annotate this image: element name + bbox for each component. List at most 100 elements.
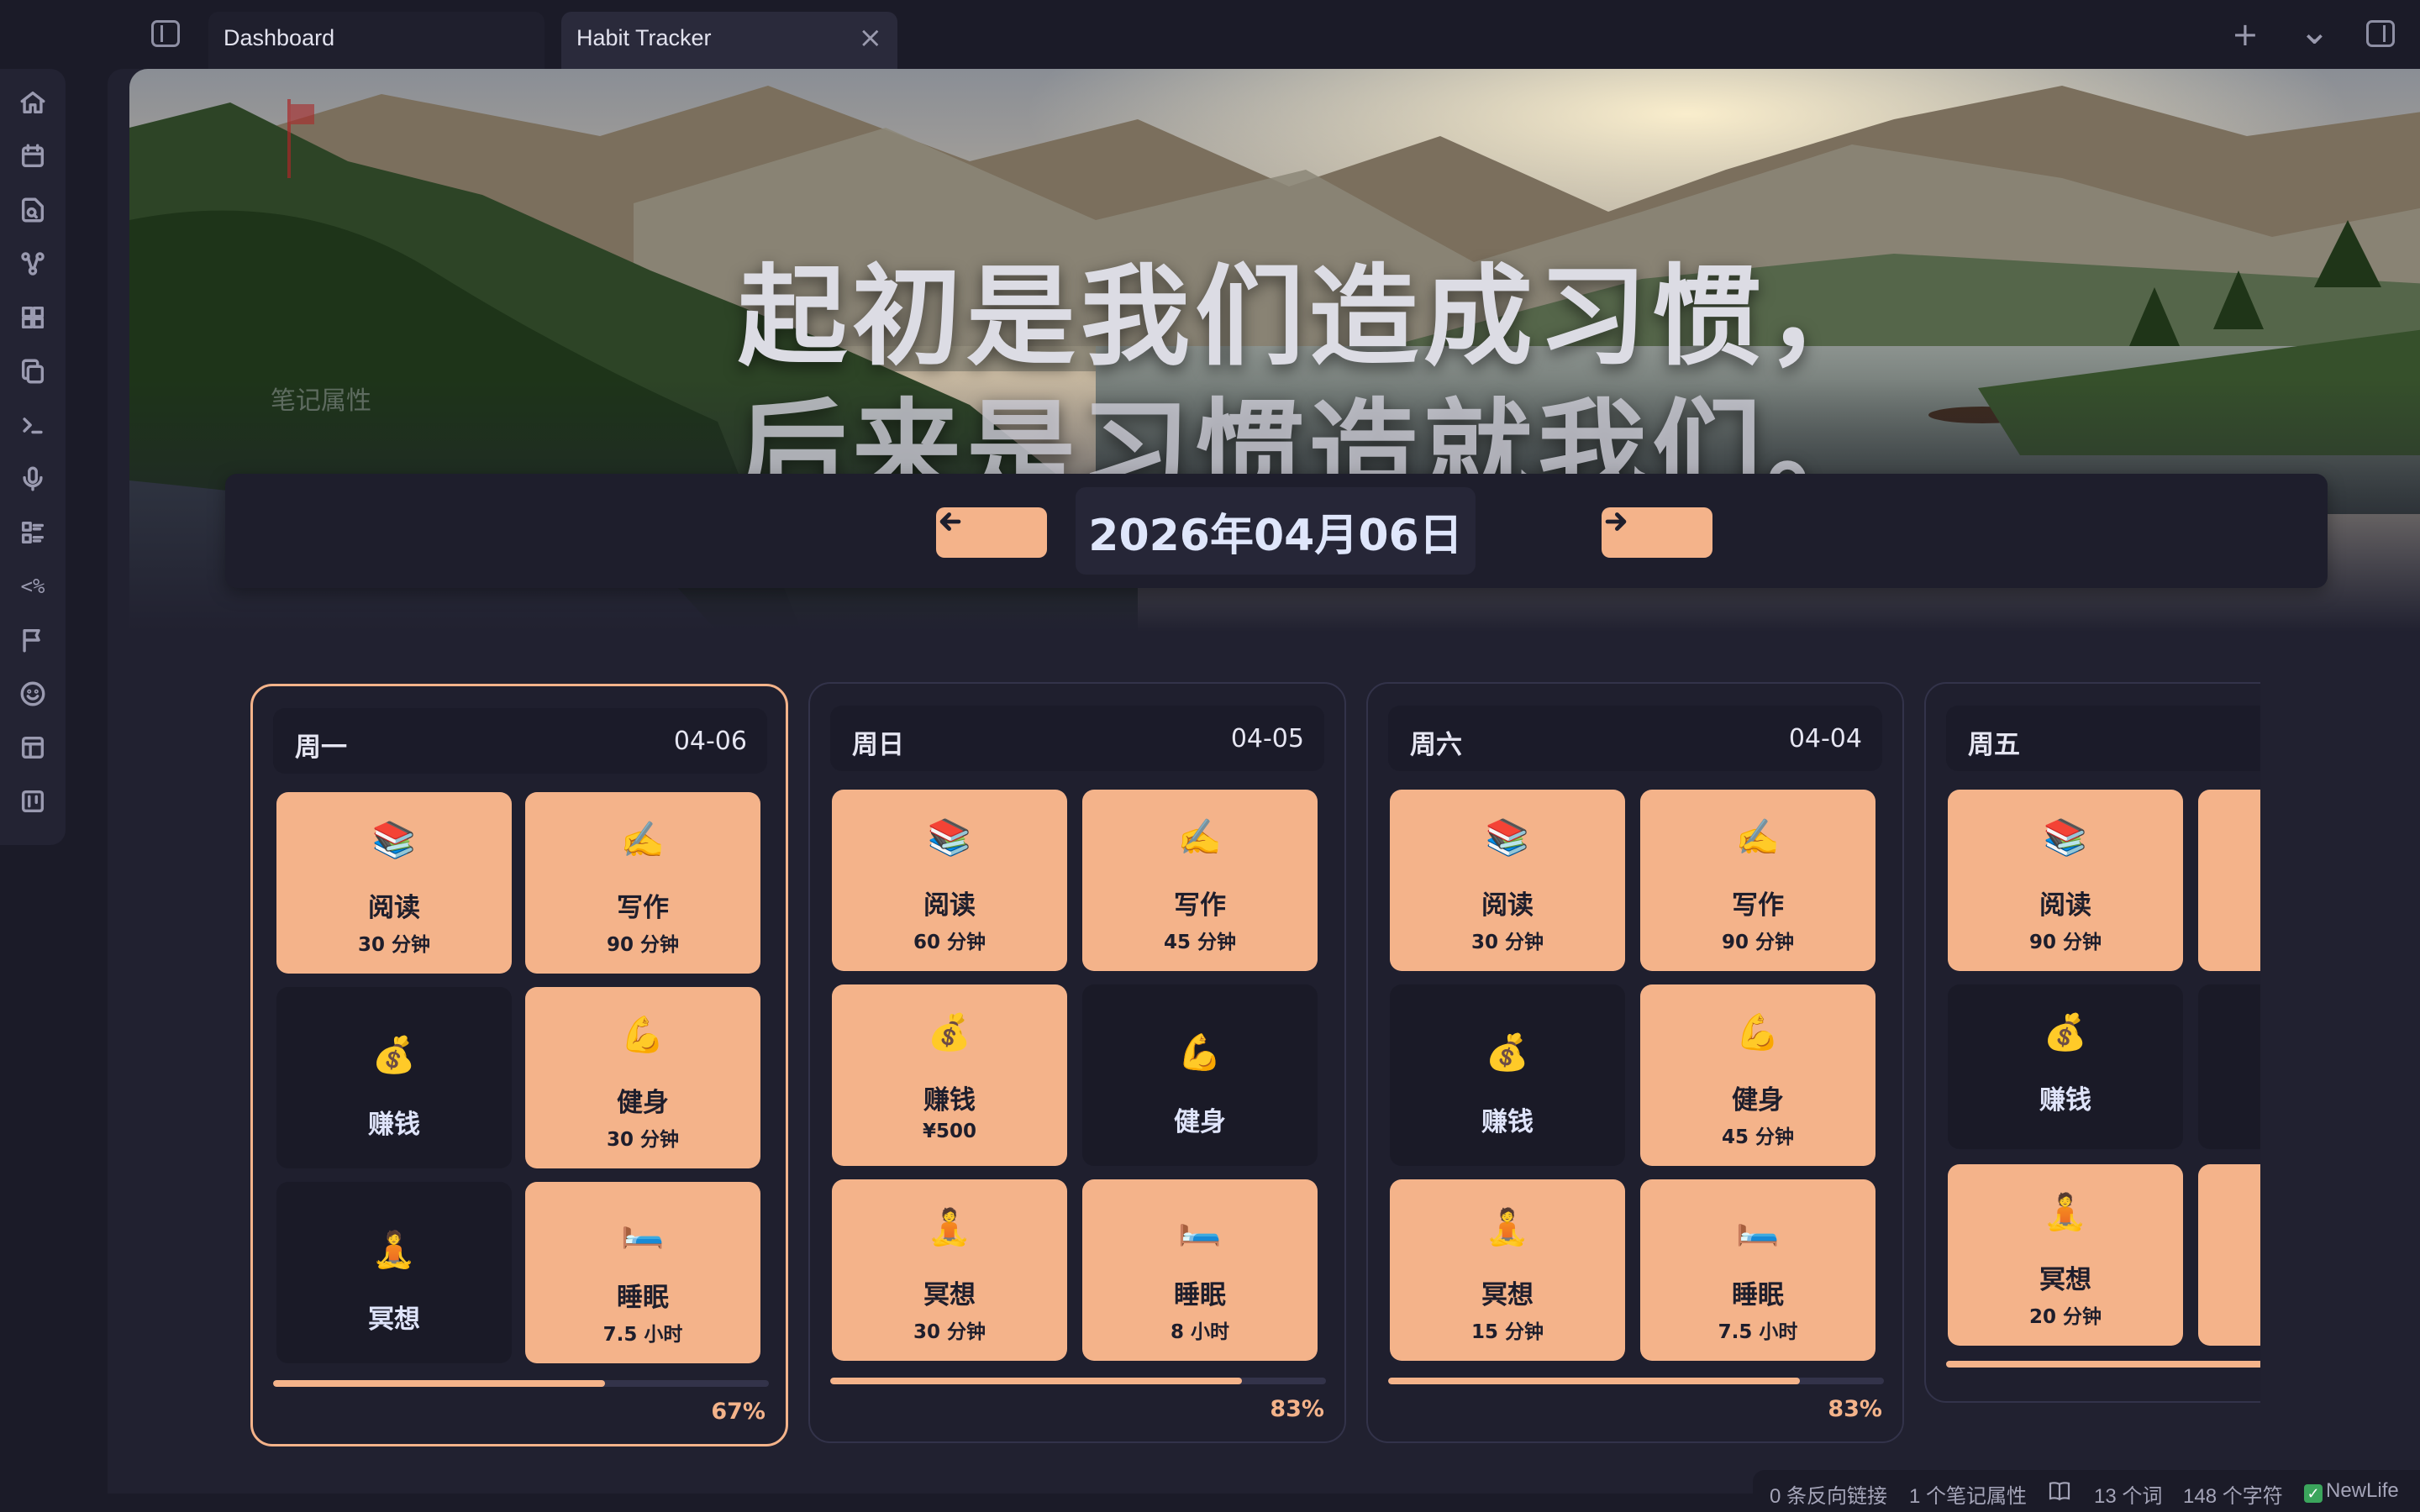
habit-writing[interactable]: ✍️ 写作 90 分钟 [525,792,760,974]
list-icon[interactable] [16,516,50,549]
calendar-icon[interactable] [16,139,50,173]
habit-reading[interactable]: 📚 阅读 60 分钟 [832,790,1067,971]
habit-earning[interactable]: 💰 赚钱 [1390,984,1625,1166]
tab-label: Dashboard [224,25,335,50]
previous-day-button[interactable] [936,507,1047,558]
sidebar-toggle-icon[interactable] [151,20,180,47]
day-name: 周六 [1410,730,1462,760]
next-day-button[interactable] [1602,507,1712,558]
progress-percent: 83% [1828,1396,1882,1422]
new-tab-icon[interactable]: + [2232,18,2259,50]
habit-name: 赚钱 [368,1110,420,1140]
habit-fitness[interactable]: 💪 健身 30 分钟 [525,987,760,1168]
habit-meditation[interactable]: 🧘 冥想 20 分钟 [1948,1164,2183,1346]
habit-name: 阅读 [923,890,976,921]
habit-sleep[interactable] [2198,1164,2260,1346]
date-navigation: 2026年04月06日 [225,474,2328,588]
habit-fitness[interactable]: 💪 健身 45 分钟 [1640,984,1876,1166]
habit-reading[interactable]: 📚 阅读 90 分钟 [1948,790,2183,971]
progress-bar [830,1378,1326,1384]
progress-fill [830,1378,1242,1384]
copy-icon[interactable] [16,354,50,388]
habit-reading[interactable]: 📚 阅读 30 分钟 [276,792,512,974]
kanban-icon[interactable] [16,785,50,818]
habit-name: 健身 [617,1088,669,1118]
habit-earning[interactable]: 💰 赚钱 ¥500 [832,984,1067,1166]
properties-count[interactable]: 1 个笔记属性 [1909,1479,2027,1509]
day-cards-scroller[interactable]: 周一 04-06 📚 阅读 30 分钟 ✍️ 写作 90 分钟 💰 赚钱 💪 健… [250,682,2260,1494]
template-glyph: <% [20,575,45,598]
backlinks-count[interactable]: 0 条反向链接 [1770,1479,1887,1509]
writing-hand-icon: ✍️ [1735,816,1781,858]
habit-sleep[interactable]: 🛏️ 睡眠 7.5 小时 [525,1182,760,1363]
terminal-icon[interactable] [16,408,50,442]
day-header: 周日 04-05 [830,706,1324,771]
arrow-right-icon [1605,512,1627,531]
habit-writing[interactable]: ✍️ 写作 90 分钟 [1640,790,1876,971]
progress-percent: 67% [711,1399,765,1425]
home-icon[interactable] [16,86,50,119]
habit-value: 30 分钟 [1470,932,1544,953]
books-icon: 📚 [371,819,417,860]
grid-icon[interactable] [16,301,50,334]
habit-writing[interactable]: ✍️ 写作 45 分钟 [1082,790,1318,971]
habit-fitness[interactable]: 💪 健身 [1082,984,1318,1166]
close-icon[interactable]: × [859,24,883,52]
day-card-saturday[interactable]: 周六 04-04 📚 阅读 30 分钟 ✍️ 写作 90 分钟 💰 赚钱 💪 健… [1366,682,1904,1443]
reading-mode-icon[interactable] [2047,1480,2072,1508]
day-card-friday[interactable]: 周五 📚 阅读 90 分钟 💰 赚钱 🧘 冥想 20 分钟 [1924,682,2260,1403]
habit-value: 8 小时 [1170,1321,1229,1343]
habit-name: 睡眠 [1732,1280,1784,1310]
habit-name: 写作 [1174,890,1226,921]
newlife-plugin-status[interactable]: ✓ NewLife [2304,1479,2399,1503]
chevron-down-icon[interactable]: ⌄ [2299,13,2330,50]
habit-writing[interactable] [2198,790,2260,971]
habit-sleep[interactable]: 🛏️ 睡眠 7.5 小时 [1640,1179,1876,1361]
progress-fill [1388,1378,1800,1384]
books-icon: 📚 [927,816,972,858]
habit-reading[interactable]: 📚 阅读 30 分钟 [1390,790,1625,971]
day-header: 周六 04-04 [1388,706,1882,771]
habit-meditation[interactable]: 🧘 冥想 [276,1182,512,1363]
habit-name: 健身 [1174,1107,1226,1137]
right-sidebar-toggle-icon[interactable] [2366,20,2395,47]
habit-name: 赚钱 [1481,1107,1534,1137]
graph-icon[interactable] [16,247,50,281]
habit-value: 45 分钟 [1721,1126,1794,1148]
money-bag-icon: 💰 [2043,1011,2088,1053]
habit-value: 90 分钟 [2028,932,2102,953]
habit-meditation[interactable]: 🧘 冥想 30 分钟 [832,1179,1067,1361]
microphone-icon[interactable] [16,462,50,496]
file-search-icon[interactable] [16,193,50,227]
flag-icon[interactable] [16,623,50,657]
habit-sleep[interactable]: 🛏️ 睡眠 8 小时 [1082,1179,1318,1361]
day-header: 周一 04-06 [273,708,767,774]
progress-bar [273,1380,769,1387]
bed-icon: 🛏️ [620,1209,666,1250]
habit-earning[interactable]: 💰 赚钱 [276,987,512,1168]
layout-icon[interactable] [16,731,50,764]
books-icon: 📚 [2043,816,2088,858]
money-bag-icon: 💰 [927,1011,972,1053]
day-card-monday[interactable]: 周一 04-06 📚 阅读 30 分钟 ✍️ 写作 90 分钟 💰 赚钱 💪 健… [250,684,788,1446]
habit-value: 30 分钟 [357,934,430,956]
habit-name: 睡眠 [617,1283,669,1313]
habit-name: 阅读 [2039,890,2091,921]
tab-label: Habit Tracker [576,25,712,50]
meditation-icon: 🧘 [2043,1191,2088,1232]
habit-name: 赚钱 [923,1085,976,1116]
habit-value: 15 分钟 [1470,1321,1544,1343]
habit-value: 30 分钟 [913,1321,986,1343]
habit-fitness[interactable] [2198,984,2260,1149]
tab-dashboard[interactable]: Dashboard [208,12,544,69]
current-date-display: 2026年04月06日 [1076,487,1476,575]
template-icon[interactable]: <% [16,570,50,603]
habit-earning[interactable]: 💰 赚钱 [1948,984,2183,1149]
tab-habit-tracker[interactable]: Habit Tracker × [561,12,897,69]
smile-icon[interactable] [16,677,50,711]
meditation-icon: 🧘 [371,1229,417,1270]
money-bag-icon: 💰 [371,1034,417,1075]
day-date: 04-06 [673,727,747,756]
habit-meditation[interactable]: 🧘 冥想 15 分钟 [1390,1179,1625,1361]
day-card-sunday[interactable]: 周日 04-05 📚 阅读 60 分钟 ✍️ 写作 45 分钟 💰 赚钱 ¥50… [808,682,1346,1443]
